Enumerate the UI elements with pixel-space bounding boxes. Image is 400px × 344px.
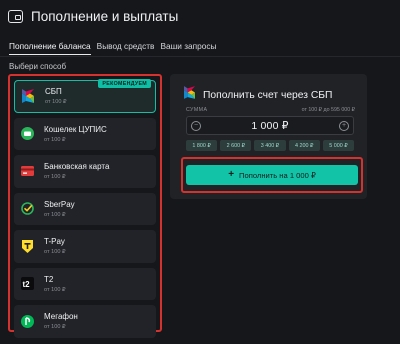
decrease-amount-button[interactable]: − [191,121,201,131]
tab-withdraw[interactable]: Вывод средств [97,41,155,55]
topup-button-label: Пополнить на 1 000 ₽ [239,170,316,180]
page-header: Пополнение и выплаты [8,6,178,26]
preset-amounts: 1 800 ₽ 2 600 ₽ 3 400 ₽ 4 200 ₽ 5 000 ₽ [186,140,355,151]
method-min: от 100 ₽ [44,136,66,143]
sum-label: СУММА [186,107,208,113]
method-sbp[interactable]: СБП от 100 ₽ РЕКОМЕНДУЕМ [14,79,156,113]
sberpay-icon [20,202,34,216]
megafon-icon [20,314,34,328]
tpay-icon [20,239,34,253]
method-t2[interactable]: t2 T2 от 100 ₽ [14,267,156,300]
method-min: от 100 ₽ [44,249,66,256]
topup-button[interactable]: + Пополнить на 1 000 ₽ [186,165,358,185]
amount-input[interactable]: − 1 000 ₽ + [186,116,354,135]
sum-limits: от 100 ₽ до 595 000 ₽ [301,107,355,113]
tabs-divider [0,56,400,57]
panel-title: Пополнить счет через СБП [203,89,333,101]
method-name: Мегафон [44,312,78,322]
wallet-icon [8,9,23,23]
tab-deposit[interactable]: Пополнение баланса [9,41,91,55]
bank-card-icon [20,164,34,178]
method-bank-card[interactable]: Банковская карта от 100 ₽ [14,155,156,188]
sbp-icon [184,86,195,104]
amount-value: 1 000 ₽ [251,119,289,132]
method-cupis[interactable]: Кошелек ЦУПИС от 100 ₽ [14,117,156,150]
method-megafon[interactable]: Мегафон от 100 ₽ [14,305,156,338]
sbp-icon [21,89,35,104]
cupis-icon [20,127,34,141]
method-name: СБП [45,87,62,97]
methods-label: Выбери способ [9,62,67,71]
topup-button-highlight: + Пополнить на 1 000 ₽ [181,157,363,193]
tabs-bar: Пополнение баланса Вывод средств Ваши за… [9,41,216,55]
method-min: от 100 ₽ [44,286,66,293]
method-min: от 100 ₽ [44,211,66,218]
svg-text:t2: t2 [22,280,30,289]
method-tpay[interactable]: T-Pay от 100 ₽ [14,230,156,263]
plus-icon: + [228,169,235,180]
method-name: SberPay [44,199,75,209]
page-title: Пополнение и выплаты [31,8,179,24]
tab-requests[interactable]: Ваши запросы [160,41,216,55]
t2-icon: t2 [20,277,34,291]
preset-amount-button[interactable]: 2 600 ₽ [220,140,252,151]
method-name: T-Pay [44,237,65,247]
method-min: от 100 ₽ [45,99,67,106]
method-sberpay[interactable]: SberPay от 100 ₽ [14,192,156,225]
preset-amount-button[interactable]: 3 400 ₽ [254,140,286,151]
preset-amount-button[interactable]: 5 000 ₽ [322,140,355,151]
method-name: Банковская карта [44,162,110,172]
preset-amount-button[interactable]: 1 800 ₽ [186,140,218,151]
method-min: от 100 ₽ [44,174,66,181]
method-name: T2 [44,274,54,284]
recommended-badge: РЕКОМЕНДУЕМ [98,79,151,88]
method-min: от 100 ₽ [44,324,66,331]
increase-amount-button[interactable]: + [339,121,349,131]
preset-amount-button[interactable]: 4 200 ₽ [288,140,320,151]
payment-methods-list: СБП от 100 ₽ РЕКОМЕНДУЕМ Кошелек ЦУПИС о… [8,74,162,338]
method-name: Кошелек ЦУПИС [44,124,107,134]
